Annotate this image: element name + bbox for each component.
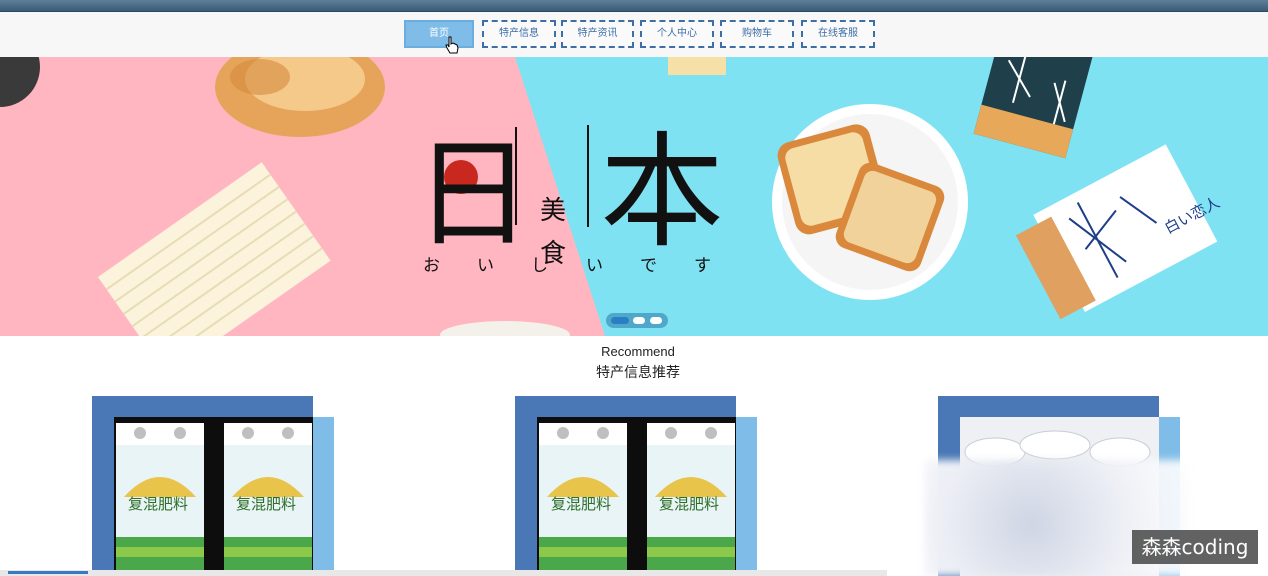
banner-subtitle-top: 美 [540, 196, 566, 226]
product-image-text: 复混肥料 [236, 495, 296, 513]
product-card[interactable]: 复混肥料 复混肥料 [515, 396, 757, 576]
kana-2: い [477, 256, 494, 276]
main-nav: 首页 特产信息 特产资讯 个人中心 购物车 在线客服 [0, 12, 1268, 57]
kana-3: し [531, 256, 548, 276]
scrollbar-thumb[interactable] [8, 571, 88, 574]
carousel-dot-1[interactable] [611, 317, 629, 324]
nav-item-specialty-info[interactable]: 特产信息 [482, 20, 556, 48]
watermark: 森森coding [1132, 530, 1258, 564]
kana-6: す [694, 256, 711, 276]
carousel-dot-2[interactable] [633, 317, 645, 324]
product-image[interactable]: 复混肥料 复混肥料 [114, 417, 313, 576]
product-image-text: 复混肥料 [551, 495, 611, 513]
nav-item-online-service[interactable]: 在线客服 [801, 20, 875, 48]
carousel-indicators [606, 313, 668, 328]
product-image-text: 复混肥料 [659, 495, 719, 513]
kana-4: い [586, 256, 603, 276]
hand-cursor-icon [445, 36, 459, 54]
product-image-text: 复混肥料 [128, 495, 188, 513]
kana-5: で [640, 256, 657, 276]
banner-illustration: 白い恋人 日 美 食 本 お い し い で す [0, 57, 1268, 336]
nav-item-personal-center[interactable]: 个人中心 [640, 20, 714, 48]
carousel-dot-3[interactable] [650, 317, 662, 324]
kana-1: お [423, 256, 440, 276]
browser-top-bar [0, 0, 1268, 12]
product-image[interactable]: 复混肥料 复混肥料 [537, 417, 736, 576]
nav-item-cart[interactable]: 购物车 [720, 20, 794, 48]
banner-title-char-right: 本 [600, 121, 724, 265]
nav-item-specialty-news[interactable]: 特产资讯 [561, 20, 634, 48]
section-title: Recommend [601, 344, 675, 359]
section-subtitle: 特产信息推荐 [596, 365, 680, 381]
product-card[interactable]: 复混肥料 复混肥料 [92, 396, 334, 576]
horizontal-scrollbar[interactable] [0, 570, 887, 576]
banner-title-char-left: 日 [414, 125, 532, 263]
nav-item-home[interactable]: 首页 [404, 20, 474, 48]
hero-banner[interactable]: 白い恋人 日 美 食 本 お い し い で す [0, 57, 1268, 336]
